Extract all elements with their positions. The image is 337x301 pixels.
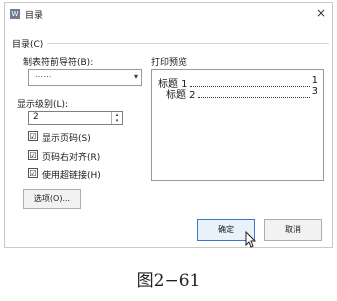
options-button[interactable]: 选项(O)...: [23, 189, 81, 209]
use-hyperlinks-checkbox[interactable]: ☑: [28, 168, 38, 178]
stepper-down-icon[interactable]: ▾: [112, 118, 122, 124]
stepper-buttons[interactable]: ▴ ▾: [111, 112, 122, 124]
print-preview-label: 打印预览: [151, 58, 188, 68]
show-levels-stepper[interactable]: 2 ▴ ▾: [28, 111, 123, 125]
preview-entry-text: 标题 2: [166, 90, 196, 101]
show-levels-value[interactable]: 2: [33, 112, 39, 122]
right-align-page-numbers-label[interactable]: 页码右对齐(R): [42, 150, 100, 163]
toc-group-label: 目录(C): [12, 40, 44, 50]
show-page-numbers-checkbox[interactable]: ☑: [28, 131, 38, 141]
mouse-cursor-icon: [245, 231, 257, 248]
tab-leader-select[interactable]: …… ▾: [28, 69, 142, 86]
cancel-button[interactable]: 取消: [264, 219, 322, 241]
tab-leader-label: 制表符前导符(B):: [23, 58, 94, 68]
print-preview-box: 标题 1 1 标题 2 3: [151, 69, 324, 181]
title-bar: W 目录 ×: [5, 3, 332, 25]
close-icon[interactable]: ×: [316, 6, 326, 20]
dialog-title: 目录: [25, 11, 44, 21]
app-icon: W: [10, 9, 20, 19]
leader-dots: [197, 86, 310, 98]
chevron-down-icon[interactable]: ▾: [134, 72, 138, 81]
figure-caption: 图2−61: [136, 271, 201, 291]
right-align-page-numbers-checkbox[interactable]: ☑: [28, 150, 38, 160]
toc-dialog: W 目录 × 目录(C) 制表符前导符(B): …… ▾ 显示级别(L): 2 …: [4, 2, 333, 248]
use-hyperlinks-label[interactable]: 使用超链接(H): [42, 168, 101, 181]
group-divider: [47, 43, 329, 44]
show-page-numbers-label[interactable]: 显示页码(S): [42, 131, 91, 144]
show-levels-label: 显示级别(L):: [17, 100, 69, 110]
preview-entry-page: 3: [311, 86, 318, 97]
tab-leader-value: ……: [35, 70, 52, 79]
preview-entry-2: 标题 2 3: [166, 86, 318, 101]
